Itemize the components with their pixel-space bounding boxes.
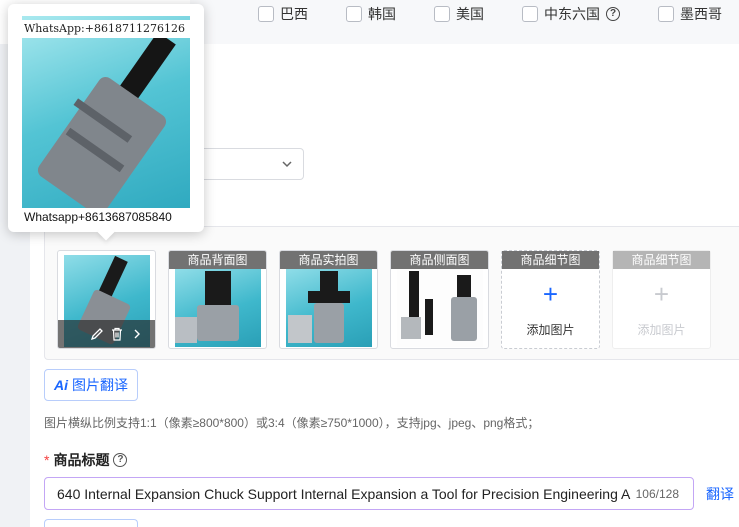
chevron-down-icon	[282, 161, 292, 168]
add-detail-image-button[interactable]: 商品细节图 + 添加图片	[501, 250, 600, 349]
checkbox[interactable]	[434, 6, 450, 22]
translate-link[interactable]: 翻译	[706, 484, 734, 504]
thumb-label: 商品实拍图	[280, 251, 377, 269]
add-image-label: 添加图片	[526, 323, 575, 337]
back-image-thumb[interactable]: 商品背面图	[168, 250, 267, 349]
char-count: 106/128	[635, 487, 679, 501]
title-input-value: 640 Internal Expansion Chuck Support Int…	[57, 486, 631, 502]
watermark-top: WhatsApp:+8618711276126	[22, 20, 190, 38]
product-shape	[401, 271, 477, 341]
region-label: 墨西哥	[680, 6, 722, 22]
region-label: 美国	[456, 6, 484, 22]
region-usa[interactable]: 美国	[434, 4, 484, 24]
checkbox[interactable]	[658, 6, 674, 22]
region-brazil[interactable]: 巴西	[258, 4, 308, 24]
product-title-input[interactable]: 640 Internal Expansion Chuck Support Int…	[44, 477, 694, 510]
region-korea[interactable]: 韩国	[346, 4, 396, 24]
plus-icon: +	[653, 279, 670, 309]
product-photo	[175, 269, 261, 347]
plus-icon: +	[542, 279, 559, 309]
next-button[interactable]	[44, 519, 138, 527]
thumb-label: 商品背面图	[169, 251, 266, 269]
add-detail-image-button-disabled: 商品细节图 + 添加图片	[612, 250, 711, 349]
help-icon[interactable]: ?	[606, 7, 620, 21]
checkbox[interactable]	[346, 6, 362, 22]
title-label-text: 商品标题	[53, 452, 110, 468]
product-shape	[175, 271, 239, 343]
product-photo	[286, 269, 372, 347]
chevron-right-icon[interactable]	[132, 328, 142, 340]
region-label: 巴西	[280, 6, 308, 22]
title-field-label: * 商品标题 ?	[44, 450, 128, 470]
edit-icon[interactable]	[90, 327, 104, 341]
checkbox[interactable]	[258, 6, 274, 22]
thumb-label: 商品细节图	[502, 251, 599, 269]
help-icon[interactable]: ?	[113, 453, 128, 467]
image-preview-popover: WhatsApp:+8618711276126 Whatsapp+8613687…	[8, 4, 204, 232]
ai-icon: Ai	[54, 377, 68, 393]
product-shape	[288, 271, 350, 343]
category-select[interactable]	[200, 148, 304, 180]
thumb-actions	[58, 320, 155, 348]
image-translate-label: 图片翻译	[72, 377, 128, 393]
required-mark: *	[44, 452, 50, 468]
region-label: 韩国	[368, 6, 396, 22]
main-image-thumb[interactable]	[57, 250, 156, 349]
preview-image: WhatsApp:+8618711276126 Whatsapp+8613687…	[22, 16, 190, 226]
thumb-label: 商品侧面图	[391, 251, 488, 269]
checkbox[interactable]	[522, 6, 538, 22]
region-label: 中东六国	[544, 6, 600, 22]
real-image-thumb[interactable]: 商品实拍图	[279, 250, 378, 349]
region-middle-east[interactable]: 中东六国 ?	[522, 4, 620, 24]
delete-icon[interactable]	[110, 327, 124, 341]
product-shape	[37, 31, 176, 215]
region-mexico[interactable]: 墨西哥	[658, 4, 722, 24]
image-translate-button[interactable]: Ai 图片翻译	[44, 369, 138, 401]
product-photo	[397, 269, 483, 347]
side-image-thumb[interactable]: 商品侧面图	[390, 250, 489, 349]
image-hint: 图片横纵比例支持1:1（像素≥800*800）或3:4（像素≥750*1000）…	[44, 416, 540, 430]
thumb-label: 商品细节图	[613, 251, 710, 269]
add-image-label: 添加图片	[637, 323, 686, 337]
